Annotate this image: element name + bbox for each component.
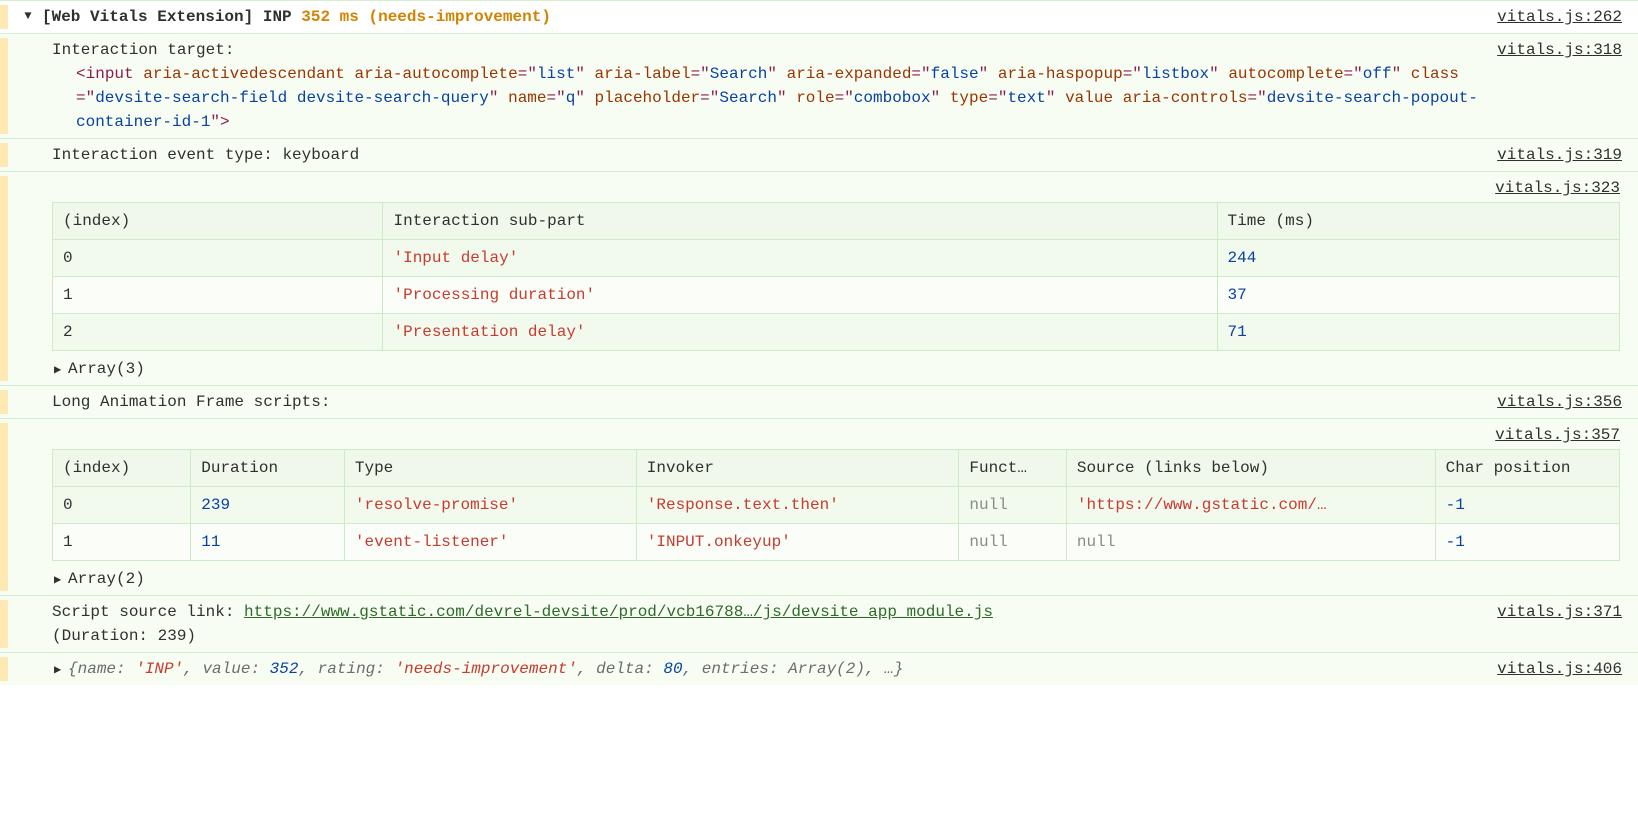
array-expand[interactable]: ▶Array(3) (52, 355, 1620, 381)
script-source-label: Script source link: (52, 603, 244, 621)
log-row-table-subparts: vitals.js:323 (index)Interaction sub-par… (0, 172, 1638, 386)
metric-rating: (needs-improvement) (368, 8, 550, 26)
warn-gutter (0, 423, 8, 591)
warn-gutter (0, 5, 8, 29)
spacer (14, 143, 42, 145)
source-link-inline[interactable]: vitals.js:357 (52, 423, 1620, 447)
table-header: (index) (53, 450, 191, 487)
warn-gutter (0, 176, 8, 381)
log-row-script-source: Script source link: https://www.gstatic.… (0, 596, 1638, 653)
table-row: 0239'resolve-promise''Response.text.then… (53, 487, 1620, 524)
log-row-table-loaf: vitals.js:357 (index)DurationTypeInvoker… (0, 419, 1638, 596)
chevron-right-icon: ▶ (54, 571, 68, 589)
source-link[interactable]: vitals.js:262 (1489, 5, 1630, 29)
spacer (14, 38, 42, 40)
spacer (14, 657, 42, 659)
log-message: [Web Vitals Extension] INP 352 ms (needs… (42, 5, 1489, 29)
spacer (14, 600, 42, 602)
table-header: Duration (191, 450, 345, 487)
log-row-event-type: Interaction event type: keyboard vitals.… (0, 139, 1638, 172)
console-panel: ▼ [Web Vitals Extension] INP 352 ms (nee… (0, 0, 1638, 685)
table-header: (index) (53, 203, 383, 240)
log-message: Script source link: https://www.gstatic.… (42, 600, 1489, 648)
script-source-link[interactable]: https://www.gstatic.com/devrel-devsite/p… (244, 603, 993, 621)
source-link[interactable]: vitals.js:406 (1489, 657, 1630, 681)
table-header: Source (links below) (1066, 450, 1435, 487)
warn-gutter (0, 143, 8, 167)
log-message: Long Animation Frame scripts: (42, 390, 1489, 414)
table-header: Interaction sub-part (383, 203, 1217, 240)
source-link[interactable]: vitals.js:319 (1489, 143, 1630, 167)
table-header: Invoker (636, 450, 959, 487)
log-message: vitals.js:323 (index)Interaction sub-par… (42, 176, 1630, 381)
spacer (14, 390, 42, 392)
table-header: Char position (1435, 450, 1619, 487)
warn-gutter (0, 600, 8, 648)
table-header: Type (344, 450, 636, 487)
table-row: 1'Processing duration'37 (53, 277, 1620, 314)
script-source-duration: (Duration: 239) (52, 627, 196, 645)
metric-name: INP (263, 8, 292, 26)
source-link-inline[interactable]: vitals.js:323 (52, 176, 1620, 200)
log-row-header: ▼ [Web Vitals Extension] INP 352 ms (nee… (0, 0, 1638, 34)
loaf-table: (index)DurationTypeInvokerFunct…Source (… (52, 449, 1620, 561)
spacer (14, 423, 42, 425)
table-row: 0'Input delay'244 (53, 240, 1620, 277)
spacer (14, 176, 42, 178)
element-dump: <input aria-activedescendant aria-autoco… (52, 62, 1479, 134)
metric-value: 352 ms (301, 8, 359, 26)
chevron-right-icon: ▶ (54, 361, 68, 379)
log-message: vitals.js:357 (index)DurationTypeInvoker… (42, 423, 1630, 591)
table-row: 111'event-listener''INPUT.onkeyup'nullnu… (53, 524, 1620, 561)
log-row-object-dump: ▶{name: 'INP', value: 352, rating: 'need… (0, 653, 1638, 685)
object-expand[interactable]: ▶ (52, 658, 68, 678)
warn-gutter (0, 38, 8, 134)
log-row-loaf-label: Long Animation Frame scripts: vitals.js:… (0, 386, 1638, 419)
source-link[interactable]: vitals.js:356 (1489, 390, 1630, 414)
table-row: 2'Presentation delay'71 (53, 314, 1620, 351)
interaction-target-label: Interaction target: (52, 38, 1479, 62)
chevron-right-icon: ▶ (54, 661, 68, 679)
table-header: Time (ms) (1217, 203, 1619, 240)
log-row-interaction-target: Interaction target: <input aria-activede… (0, 34, 1638, 139)
table-header: Funct… (959, 450, 1067, 487)
log-message: Interaction target: <input aria-activede… (42, 38, 1489, 134)
array-expand[interactable]: ▶Array(2) (52, 565, 1620, 591)
source-link[interactable]: vitals.js:318 (1489, 38, 1630, 62)
log-message: Interaction event type: keyboard (42, 143, 1489, 167)
source-link[interactable]: vitals.js:371 (1489, 600, 1630, 624)
warn-gutter (0, 657, 8, 681)
log-prefix: [Web Vitals Extension] (42, 8, 253, 26)
warn-gutter (0, 390, 8, 414)
subparts-table: (index)Interaction sub-partTime (ms)0'In… (52, 202, 1620, 351)
expand-toggle[interactable]: ▼ (14, 5, 42, 25)
log-message: ▶{name: 'INP', value: 352, rating: 'need… (42, 657, 1489, 681)
